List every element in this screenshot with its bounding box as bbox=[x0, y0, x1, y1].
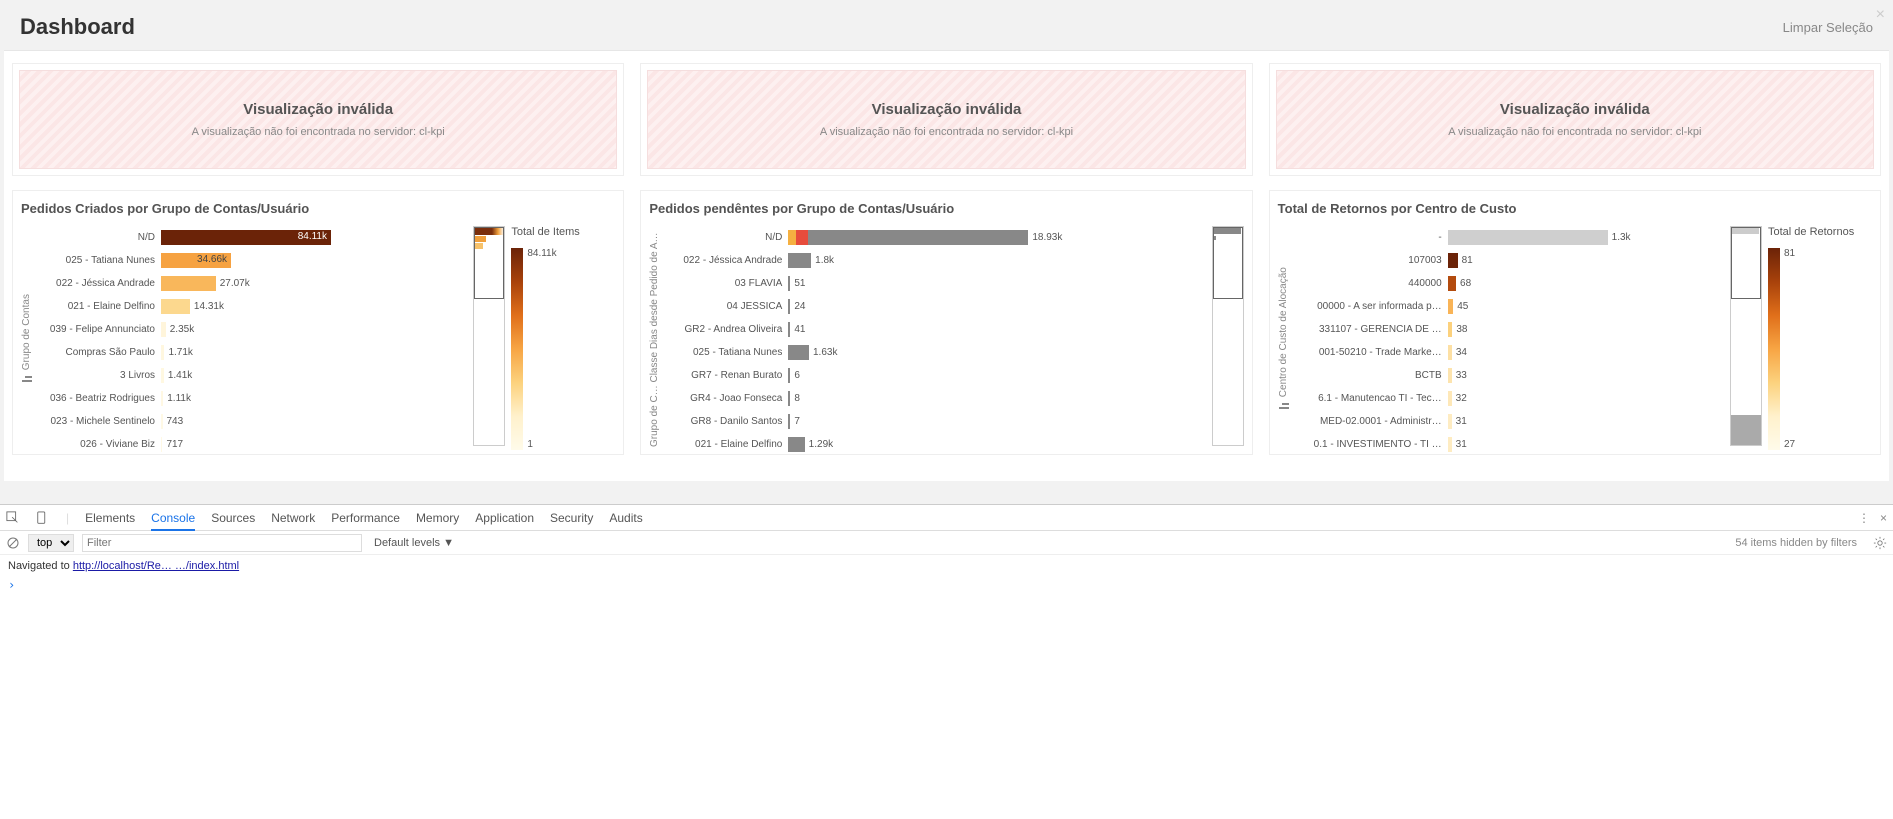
kpi-row: Visualização inválida A visualização não… bbox=[12, 63, 1881, 176]
invalid-message: A visualização não foi encontrada no ser… bbox=[658, 126, 1234, 138]
page-title: Dashboard bbox=[20, 14, 135, 40]
console-log: Navigated to http://localhost/Re… …/inde… bbox=[0, 555, 1893, 576]
devtools-tabs: | ElementsConsoleSourcesNetworkPerforman… bbox=[0, 505, 1893, 531]
invalid-viz-card: Visualização inválida A visualização não… bbox=[640, 63, 1252, 176]
bar-row[interactable]: N/D84.11k bbox=[33, 226, 469, 249]
chart-pedidos-pendentes[interactable]: Pedidos pendêntes por Grupo de Contas/Us… bbox=[640, 190, 1252, 455]
bar-row[interactable]: GR8 - Danilo Santos7 bbox=[660, 410, 1207, 433]
bar-row[interactable]: N/D18.93k bbox=[660, 226, 1207, 249]
close-icon[interactable]: × bbox=[1876, 6, 1885, 24]
bar-area[interactable]: -1.3k107003814400006800000 - A ser infor… bbox=[1290, 226, 1726, 454]
bar-row[interactable]: BCTB33 bbox=[1290, 364, 1726, 387]
console-prompt[interactable]: › bbox=[0, 576, 1893, 594]
devtools-tab-memory[interactable]: Memory bbox=[416, 507, 459, 529]
mini-map[interactable] bbox=[473, 226, 505, 446]
bar-row[interactable]: Compras São Paulo1.71k bbox=[33, 341, 469, 364]
chart-retornos-centro-custo[interactable]: Total de Retornos por Centro de Custo Ce… bbox=[1269, 190, 1881, 455]
y-axis-label: Grupo de Contas bbox=[21, 226, 33, 454]
y-axis-label: Grupo de C… Classe Dias desde Pedido de … bbox=[649, 226, 660, 454]
gear-icon[interactable] bbox=[1873, 536, 1887, 550]
bar-row[interactable]: 025 - Tatiana Nunes1.63k bbox=[660, 341, 1207, 364]
color-legend: Total de Items 84.11k 1 bbox=[505, 226, 615, 454]
invalid-viz-card: Visualização inválida A visualização não… bbox=[1269, 63, 1881, 176]
bar-row[interactable]: 10700381 bbox=[1290, 249, 1726, 272]
devtools-tab-sources[interactable]: Sources bbox=[211, 507, 255, 529]
devtools-tab-network[interactable]: Network bbox=[271, 507, 315, 529]
invalid-title: Visualização inválida bbox=[658, 101, 1234, 118]
inspect-icon[interactable] bbox=[6, 511, 20, 525]
bar-row[interactable]: GR4 - Joao Fonseca8 bbox=[660, 387, 1207, 410]
console-toolbar: top Default levels ▼ 54 items hidden by … bbox=[0, 531, 1893, 555]
y-axis-label: Centro de Custo de Alocação bbox=[1278, 226, 1290, 454]
invalid-message: A visualização não foi encontrada no ser… bbox=[1287, 126, 1863, 138]
bar-row[interactable]: 023 - Michele Sentinelo743 bbox=[33, 410, 469, 433]
bar-row[interactable]: 021 - Elaine Delfino1.29k bbox=[660, 433, 1207, 454]
chart-pedidos-criados[interactable]: Pedidos Criados por Grupo de Contas/Usuá… bbox=[12, 190, 624, 455]
chart-title: Pedidos pendêntes por Grupo de Contas/Us… bbox=[649, 201, 1243, 216]
bar-row[interactable]: MED-02.0001 - Administr…31 bbox=[1290, 410, 1726, 433]
invalid-viz-card: Visualização inválida A visualização não… bbox=[12, 63, 624, 176]
devtools-tab-security[interactable]: Security bbox=[550, 507, 593, 529]
bar-row[interactable]: 03 FLAVIA51 bbox=[660, 272, 1207, 295]
bar-row[interactable]: 6.1 - Manutencao TI - Tec…32 bbox=[1290, 387, 1726, 410]
bar-row[interactable]: 0.1 - INVESTIMENTO - TI …31 bbox=[1290, 433, 1726, 454]
dashboard-body: Visualização inválida A visualização não… bbox=[4, 50, 1889, 481]
devtools-tab-audits[interactable]: Audits bbox=[609, 507, 642, 529]
devtools-panel[interactable]: | ElementsConsoleSourcesNetworkPerforman… bbox=[0, 504, 1893, 819]
dashboard-header: Dashboard Limpar Seleção bbox=[0, 0, 1893, 50]
chart-title: Total de Retornos por Centro de Custo bbox=[1278, 201, 1872, 216]
devtools-menu-icon[interactable]: ⋮ bbox=[1858, 511, 1870, 525]
devtools-close-icon[interactable]: × bbox=[1880, 511, 1887, 525]
devtools-tab-elements[interactable]: Elements bbox=[85, 507, 135, 529]
bar-row[interactable]: 021 - Elaine Delfino14.31k bbox=[33, 295, 469, 318]
clear-console-icon[interactable] bbox=[6, 536, 20, 550]
clear-selection-link[interactable]: Limpar Seleção bbox=[1783, 20, 1873, 35]
log-levels[interactable]: Default levels ▼ bbox=[374, 537, 454, 549]
bar-row[interactable]: 04 JESSICA24 bbox=[660, 295, 1207, 318]
bar-row[interactable]: 331107 - GERENCIA DE …38 bbox=[1290, 318, 1726, 341]
bar-row[interactable]: GR2 - Andrea Oliveira41 bbox=[660, 318, 1207, 341]
bar-area[interactable]: N/D84.11k025 - Tatiana Nunes34.66k022 - … bbox=[33, 226, 469, 454]
bar-row[interactable]: 022 - Jéssica Andrade27.07k bbox=[33, 272, 469, 295]
bar-area[interactable]: N/D18.93k022 - Jéssica Andrade1.8k03 FLA… bbox=[660, 226, 1207, 454]
bar-row[interactable]: 001-50210 - Trade Marke…34 bbox=[1290, 341, 1726, 364]
bar-row[interactable]: -1.3k bbox=[1290, 226, 1726, 249]
invalid-title: Visualização inválida bbox=[30, 101, 606, 118]
bar-row[interactable]: 44000068 bbox=[1290, 272, 1726, 295]
bar-row[interactable]: 025 - Tatiana Nunes34.66k bbox=[33, 249, 469, 272]
bar-row[interactable]: 039 - Felipe Annunciato2.35k bbox=[33, 318, 469, 341]
devtools-tab-console[interactable]: Console bbox=[151, 507, 195, 531]
charts-row: Pedidos Criados por Grupo de Contas/Usuá… bbox=[12, 190, 1881, 455]
mini-map[interactable] bbox=[1212, 226, 1244, 446]
devtools-tab-performance[interactable]: Performance bbox=[331, 507, 400, 529]
context-select[interactable]: top bbox=[28, 534, 74, 552]
bar-row[interactable]: GR7 - Renan Burato6 bbox=[660, 364, 1207, 387]
hidden-count: 54 items hidden by filters bbox=[1735, 537, 1857, 549]
bar-row[interactable]: 036 - Beatriz Rodrigues1.11k bbox=[33, 387, 469, 410]
color-legend: Total de Retornos 81 27 bbox=[1762, 226, 1872, 454]
mini-map[interactable] bbox=[1730, 226, 1762, 446]
bar-row[interactable]: 026 - Viviane Biz717 bbox=[33, 433, 469, 454]
invalid-message: A visualização não foi encontrada no ser… bbox=[30, 126, 606, 138]
devtools-tab-application[interactable]: Application bbox=[475, 507, 534, 529]
invalid-title: Visualização inválida bbox=[1287, 101, 1863, 118]
bar-row[interactable]: 022 - Jéssica Andrade1.8k bbox=[660, 249, 1207, 272]
device-icon[interactable] bbox=[36, 511, 50, 525]
chart-title: Pedidos Criados por Grupo de Contas/Usuá… bbox=[21, 201, 615, 216]
console-link[interactable]: http://localhost/Re… …/index.html bbox=[73, 560, 239, 572]
bar-row[interactable]: 00000 - A ser informada p…45 bbox=[1290, 295, 1726, 318]
bar-row[interactable]: 3 Livros1.41k bbox=[33, 364, 469, 387]
filter-input[interactable] bbox=[82, 534, 362, 552]
